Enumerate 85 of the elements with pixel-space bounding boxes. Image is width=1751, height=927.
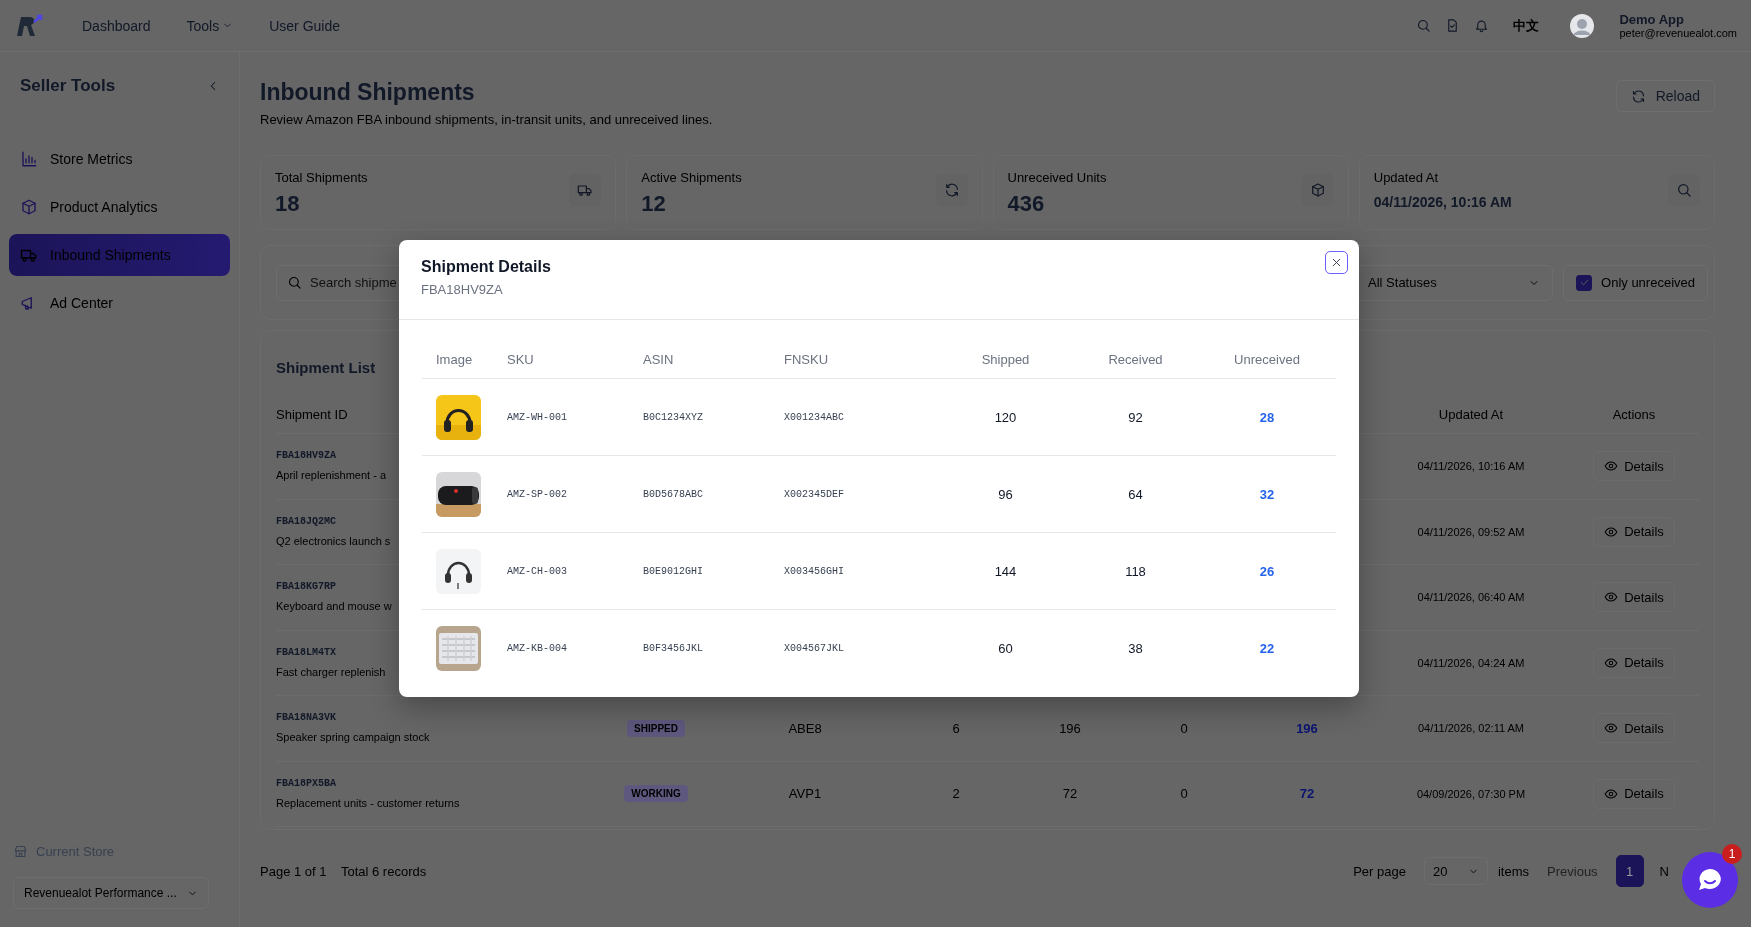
table-cell-text: 92 (1127, 409, 1144, 425)
notification-badge: 1 (1722, 844, 1742, 864)
table-cell: 72 (1062, 786, 1078, 802)
user-email: peter@revenuealot.com (1619, 27, 1737, 39)
items-label: items (1497, 863, 1530, 879)
shipment-description: Keyboard and mouse w (276, 600, 392, 613)
column-header: Received (1107, 351, 1164, 367)
page-subtitle: Review Amazon FBA inbound shipments, in-transit units, and unreceived lines. (260, 112, 713, 127)
table-cell-text: X004567JKL (784, 642, 845, 654)
shipment-id: FBA18HV9ZA (276, 450, 337, 462)
stat-value: 18 (275, 191, 301, 217)
stat-value: 12 (641, 191, 667, 217)
table-cell-text: 118 (1124, 563, 1147, 579)
stat-value: 436 (1007, 191, 1046, 217)
table-cell: 6 (952, 720, 960, 736)
column-header: SKU (507, 351, 535, 367)
stat-label: Total Shipments (275, 170, 368, 185)
dialog-title: Shipment Details (421, 258, 552, 276)
table-cell-text: X002345DEF (784, 488, 845, 500)
table-cell-text: 28 (1258, 409, 1276, 425)
user-name: Demo App (1619, 12, 1685, 27)
column-header: Shipment ID (276, 407, 348, 422)
table-cell-text: B0C1234XYZ (643, 411, 704, 423)
table-cell: 04/11/2026, 02:11 AM (1418, 722, 1524, 735)
shipment-description: Q2 electronics launch s (276, 534, 391, 547)
column-header: Updated At (1438, 407, 1504, 422)
card-title: Shipment List (276, 358, 376, 376)
column-header: Shipped (980, 351, 1031, 367)
table-cell-text: 60 (997, 640, 1014, 656)
shipment-id: FBA18LM4TX (276, 646, 337, 658)
shipment-id: FBA18KG7RP (276, 581, 337, 593)
column-header: Image (436, 351, 474, 367)
table-cell: 04/09/2026, 07:30 PM (1416, 787, 1526, 800)
table-cell-text: B0F3456JKL (643, 642, 704, 654)
table-cell-text: 32 (1258, 486, 1276, 502)
status-badge: SHIPPED (627, 719, 685, 737)
table-cell-text: B0D5678ABC (643, 488, 704, 500)
stat-value: 04/11/2026, 10:16 AM (1373, 194, 1512, 210)
shipment-description: Fast charger replenish (276, 665, 386, 678)
table-cell: 04/11/2026, 04:24 AM (1417, 656, 1525, 669)
page-title: Inbound Shipments (260, 79, 476, 106)
table-cell-text: 144 (993, 563, 1018, 579)
table-cell: AVP1 (788, 786, 822, 802)
table-cell: 04/11/2026, 09:52 AM (1417, 525, 1525, 538)
shipment-id: FBA18NA3VK (276, 712, 337, 724)
shipment-description: Speaker spring campaign stock (276, 731, 430, 744)
status-badge: WORKING (624, 785, 688, 803)
table-cell-text: 96 (997, 486, 1014, 502)
table-cell-text: B0E9012GHI (643, 565, 704, 577)
table-cell: 0 (1180, 720, 1188, 736)
table-cell: 2 (952, 786, 960, 802)
column-header: Actions (1612, 407, 1656, 422)
sidebar-title: Seller Tools (20, 76, 116, 96)
stat-label: Updated At (1373, 170, 1440, 185)
table-cell: 72 (1299, 786, 1315, 802)
per-page-label: Per page (1353, 863, 1406, 879)
shipment-description: April replenishment - a (276, 469, 387, 482)
table-cell-text: AMZ-CH-003 (507, 565, 568, 577)
table-cell: 196 (1296, 720, 1318, 736)
table-cell-text: AMZ-SP-002 (507, 488, 568, 500)
shipment-description: Replacement units - customer returns (276, 796, 460, 809)
column-header: ASIN (643, 351, 675, 367)
record-count: Total 6 records (340, 863, 427, 879)
shipment-id: FBA18JQ2MC (276, 515, 337, 527)
table-cell: ABE8 (788, 720, 822, 736)
stat-label: Active Shipments (641, 170, 742, 185)
shipment-id: FBA18PX5BA (276, 777, 337, 789)
table-cell: 196 (1059, 720, 1081, 736)
table-cell-text: 38 (1127, 640, 1144, 656)
table-cell: 04/11/2026, 06:40 AM (1417, 591, 1525, 604)
page-summary: Page 1 of 1 (260, 863, 327, 879)
table-cell: 0 (1180, 786, 1188, 802)
table-cell-text: 64 (1127, 486, 1144, 502)
table-cell-text: AMZ-KB-004 (507, 642, 568, 654)
table-cell-text: X001234ABC (784, 411, 845, 423)
table-cell: 04/11/2026, 10:16 AM (1417, 460, 1525, 473)
column-header: Unreceived (1233, 351, 1301, 367)
column-header: FNSKU (784, 351, 830, 367)
table-cell-text: 26 (1258, 563, 1276, 579)
table-cell-text: AMZ-WH-001 (507, 411, 568, 423)
table-cell-text: 22 (1258, 640, 1276, 656)
table-cell-text: X003456GHI (784, 565, 845, 577)
table-cell-text: 120 (993, 409, 1018, 425)
dialog-subtitle: FBA18HV9ZA (421, 282, 504, 297)
stat-label: Unreceived Units (1007, 170, 1107, 185)
